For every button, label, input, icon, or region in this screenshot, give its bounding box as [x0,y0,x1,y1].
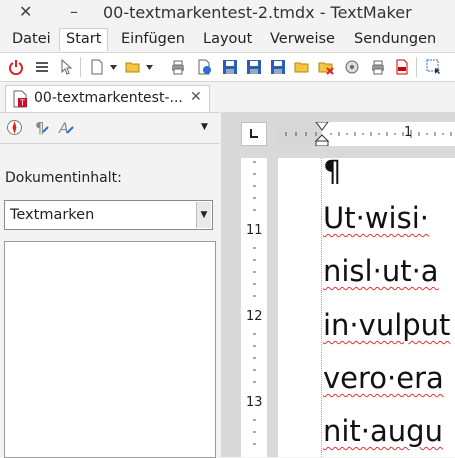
menu-start[interactable]: Start [59,28,109,51]
new-dropdown-icon[interactable] [110,65,117,70]
tab-stop-icon [250,129,258,138]
save-as-icon[interactable] [246,59,262,75]
svg-text:¶: ¶ [35,119,45,136]
document-content-label: Dokumentinhalt: [5,170,122,186]
toolbar-separator [80,57,81,77]
ruler-ticks [285,130,452,138]
sidebar-divider [0,143,220,144]
document-info-icon[interactable] [196,59,212,75]
text-line: Ut·wisi· [323,201,429,235]
print-preview-icon[interactable] [370,59,386,75]
vertical-ruler[interactable]: 11 12 13 [241,158,267,457]
panel-menu-arrow-icon[interactable]: ▼ [201,122,208,132]
menu-layout[interactable]: Layout [203,31,252,47]
selection-icon[interactable] [426,59,442,75]
text-line: nit·augu [323,414,443,448]
page-setup-icon[interactable] [344,59,360,75]
svg-text:A: A [58,121,69,136]
character-styles-icon[interactable]: A [58,119,75,136]
text-line: in·vulput [323,308,451,342]
ruler-label-1: 1 [404,125,413,140]
power-icon[interactable] [8,59,24,75]
print-icon[interactable] [170,59,186,75]
textmaker-file-icon: T [13,90,27,108]
document-page[interactable]: ¶ Ut·wisi· nisl·ut·a in·vulput vero·era … [278,158,455,457]
document-area: 1 11 12 13 ¶ Ut·wisi· nisl·ut·a in·vulpu… [221,112,455,457]
save-all-icon[interactable] [270,59,286,75]
ruler-label-13: 13 [246,395,263,410]
open-folder-icon[interactable] [125,59,141,75]
pointer-icon[interactable] [58,59,74,75]
menu-einfuegen[interactable]: Einfügen [121,31,185,47]
ruler-label-11: 11 [246,223,263,238]
ruler-label-12: 12 [246,309,263,324]
menu-verweise[interactable]: Verweise [270,31,335,47]
save-icon[interactable] [222,59,238,75]
open-dropdown-icon[interactable] [146,65,153,70]
pilcrow-mark: ¶ [323,158,342,188]
text-line: nisl·ut·a [323,254,439,288]
vruler-ticks [253,161,256,445]
folder-delete-icon[interactable] [318,59,334,75]
svg-text:T: T [19,99,25,108]
text-line: vero·era [323,361,444,395]
navigator-icon[interactable] [6,119,23,136]
toolbar-separator [416,57,417,77]
paragraph-styles-icon[interactable]: ¶ [34,119,49,136]
menu-sendungen[interactable]: Sendungen [354,31,436,47]
title-bar: ✕ – 00-textmarkentest-2.tmdx - TextMaker [0,0,455,28]
close-tab-icon[interactable]: ✕ [190,89,202,105]
content-type-value: Textmarken [10,207,95,223]
folder-icon[interactable] [294,59,310,75]
menu-bar: Datei Start Einfügen Layout Verweise Sen… [0,28,455,52]
content-type-dropdown[interactable]: Textmarken ▼ [4,200,213,230]
menu-datei[interactable]: Datei [12,31,51,47]
indent-marker-icon[interactable] [314,122,330,146]
pdf-export-icon[interactable] [394,59,410,75]
new-document-icon[interactable] [89,59,105,75]
document-tab[interactable]: T 00-textmarkentest-... ✕ [5,85,210,112]
close-window-icon[interactable]: ✕ [19,2,32,21]
bookmark-list[interactable] [4,241,216,458]
document-tab-bar: T 00-textmarkentest-... ✕ [0,82,455,112]
menu-icon[interactable] [34,59,50,75]
chevron-down-icon[interactable]: ▼ [196,202,211,228]
horizontal-ruler[interactable]: 1 [278,122,455,146]
document-tab-label: 00-textmarkentest-... [34,90,183,106]
minimize-window-icon[interactable]: – [70,2,78,21]
toolbar [0,52,455,82]
tab-stop-selector[interactable] [241,122,267,146]
sidebar-panel: ¶ A ▼ Dokumentinhalt: Textmarken ▼ [0,112,220,458]
window-title: 00-textmarkentest-2.tmdx - TextMaker [103,3,412,22]
